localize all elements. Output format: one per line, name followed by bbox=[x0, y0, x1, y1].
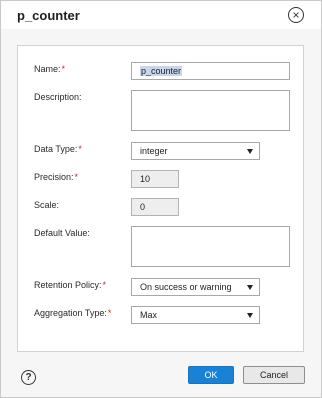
chevron-down-icon bbox=[247, 284, 253, 290]
ok-button[interactable]: OK bbox=[188, 366, 234, 384]
scale-label: Scale: bbox=[34, 200, 60, 210]
description-textarea[interactable] bbox=[131, 90, 290, 131]
precision-field: 10 bbox=[131, 170, 179, 188]
parameter-dialog: p_counter × Name:* p_counter Description… bbox=[0, 0, 322, 398]
retention-policy-label: Retention Policy:* bbox=[34, 280, 107, 290]
dialog-title: p_counter bbox=[17, 8, 80, 23]
description-label: Description: bbox=[34, 92, 82, 102]
aggregation-type-label: Aggregation Type:* bbox=[34, 308, 112, 318]
name-input[interactable]: p_counter bbox=[131, 62, 290, 80]
data-type-label: Data Type:* bbox=[34, 144, 82, 154]
cancel-button[interactable]: Cancel bbox=[243, 366, 305, 384]
required-marker: * bbox=[78, 144, 82, 154]
data-type-value: integer bbox=[140, 146, 168, 156]
retention-policy-select[interactable]: On success or warning bbox=[131, 278, 260, 296]
close-icon[interactable]: × bbox=[288, 7, 304, 23]
scale-field: 0 bbox=[131, 198, 179, 216]
name-label: Name:* bbox=[34, 64, 66, 74]
name-input-value: p_counter bbox=[140, 66, 183, 76]
required-marker: * bbox=[74, 172, 79, 182]
chevron-down-icon bbox=[247, 148, 253, 154]
aggregation-type-select[interactable]: Max bbox=[131, 306, 260, 324]
data-type-select[interactable]: integer bbox=[131, 142, 260, 160]
required-marker: * bbox=[107, 308, 112, 318]
required-marker: * bbox=[102, 280, 107, 290]
precision-label: Precision:* bbox=[34, 172, 79, 182]
default-value-label: Default Value: bbox=[34, 228, 90, 238]
chevron-down-icon bbox=[247, 312, 253, 318]
help-icon[interactable]: ? bbox=[21, 370, 36, 385]
form-panel: Name:* p_counter Description: Data Type:… bbox=[17, 45, 304, 352]
default-value-textarea[interactable] bbox=[131, 226, 290, 267]
dialog-titlebar: p_counter × bbox=[1, 1, 321, 29]
aggregation-type-value: Max bbox=[140, 310, 158, 320]
required-marker: * bbox=[61, 64, 66, 74]
retention-policy-value: On success or warning bbox=[140, 282, 232, 292]
